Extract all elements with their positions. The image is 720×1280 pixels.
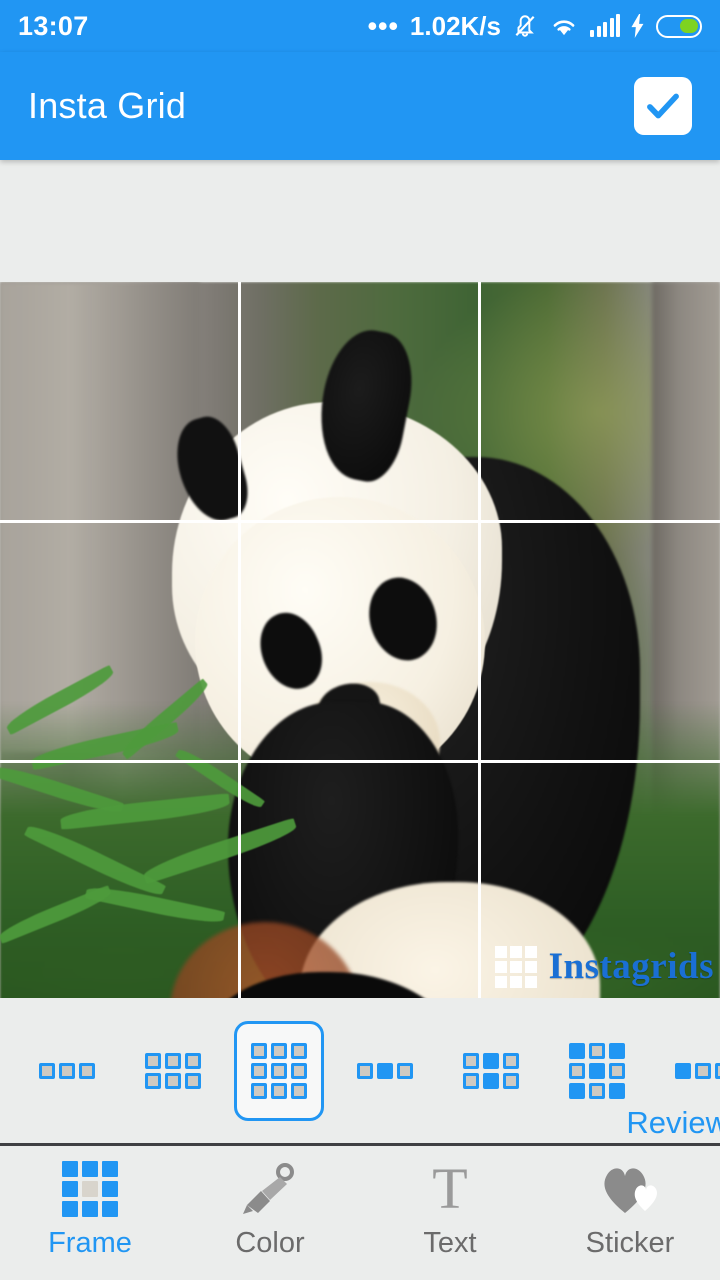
charging-icon (631, 14, 645, 38)
network-speed-label: 1.02K/s (409, 10, 501, 41)
tab-text[interactable]: T Text (360, 1146, 540, 1275)
tab-sticker[interactable]: Sticker (540, 1146, 720, 1275)
frame-option-preview (251, 1042, 307, 1099)
status-bar: 13:07 ••• 1.02K/s (0, 0, 720, 52)
frame-option-strip[interactable]: Review (0, 998, 720, 1143)
tab-sticker-label: Sticker (585, 1227, 675, 1259)
tab-color-label: Color (235, 1227, 305, 1259)
bottom-toolbar[interactable]: Frame Color T Text Sticker (0, 1146, 720, 1275)
frame-option-2x3[interactable] (128, 1021, 218, 1121)
watermark-label: Instagrids (548, 946, 714, 987)
notification-dots-icon: ••• (367, 10, 399, 41)
paintbrush-icon (240, 1161, 300, 1217)
editor-canvas[interactable]: Instagrids (0, 160, 720, 1002)
photo-preview[interactable]: Instagrids (0, 282, 720, 1002)
mute-icon (512, 13, 538, 39)
confirm-button[interactable] (634, 77, 692, 135)
signal-icon (590, 14, 620, 37)
frame-option-2x3-center-col[interactable] (446, 1021, 536, 1121)
tab-text-label: Text (423, 1227, 477, 1259)
watermark: Instagrids (494, 945, 714, 988)
watermark-grid-icon (494, 945, 537, 988)
heart-icon (599, 1161, 661, 1217)
frame-option-3x3[interactable] (234, 1020, 324, 1121)
frame-option-preview (357, 1062, 413, 1079)
wifi-icon (549, 14, 579, 38)
battery-icon (656, 14, 702, 38)
frame-option-preview (569, 1042, 625, 1099)
frame-option-1x3[interactable] (22, 1021, 112, 1121)
check-icon (647, 93, 679, 119)
frame-option-preview (675, 1062, 720, 1079)
review-link[interactable]: Review (626, 1105, 720, 1141)
text-icon: T (432, 1156, 468, 1221)
tab-frame-label: Frame (48, 1227, 132, 1259)
bamboo-leaves (0, 652, 320, 982)
status-bar-indicators: ••• 1.02K/s (368, 11, 702, 42)
panda-photo (0, 282, 720, 1002)
grid-icon (62, 1161, 118, 1217)
app-bar: Insta Grid (0, 52, 720, 160)
tab-color[interactable]: Color (180, 1146, 360, 1275)
tab-frame[interactable]: Frame (0, 1146, 180, 1275)
frame-option-preview (39, 1062, 95, 1079)
status-bar-time: 13:07 (18, 10, 89, 41)
frame-option-preview (463, 1052, 519, 1089)
page-title: Insta Grid (28, 85, 187, 126)
frame-option-preview (145, 1052, 201, 1089)
frame-option-1x3-center[interactable] (340, 1021, 430, 1121)
